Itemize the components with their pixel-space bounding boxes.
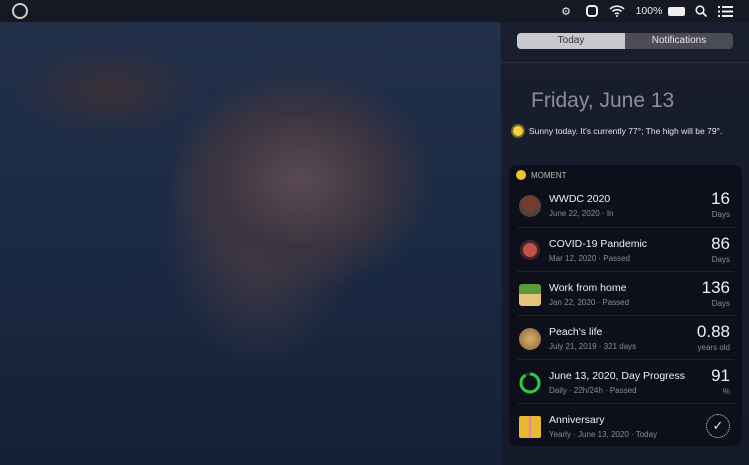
tab-notifications[interactable]: Notifications — [625, 33, 733, 49]
notification-center-panel: Today Notifications Friday, June 13 Sunn… — [500, 22, 749, 465]
list-item[interactable]: Work from home Jan 22, 2020 · Passed 136 Da… — [517, 271, 734, 315]
widget-header: MOMENT — [516, 170, 567, 180]
item-subtitle: Jan 22, 2020 · Passed — [549, 298, 630, 307]
item-subtitle: June 22, 2020 · In — [549, 209, 614, 218]
item-title: COVID-19 Pandemic — [549, 238, 648, 250]
date-heading: Friday, June 13 — [531, 89, 675, 112]
item-unit: Days — [711, 210, 730, 219]
item-subtitle: Daily · 22h/24h · Passed — [549, 386, 637, 395]
pet-photo-icon — [519, 328, 541, 350]
notes-icon[interactable] — [584, 3, 600, 19]
weather-summary: Sunny today. It's currently 77°; The hig… — [513, 126, 722, 136]
tab-today[interactable]: Today — [517, 33, 625, 49]
house-icon — [519, 284, 541, 306]
battery-icon[interactable] — [666, 3, 686, 19]
item-title: June 13, 2020, Day Progress — [549, 370, 685, 382]
item-unit: % — [722, 387, 730, 396]
item-unit: years old — [697, 343, 730, 352]
widget-title: MOMENT — [531, 170, 567, 180]
list-item[interactable]: June 13, 2020, Day Progress Daily · 22h/2… — [517, 359, 734, 403]
item-unit: Days — [711, 255, 730, 264]
item-value: 16 — [711, 189, 730, 208]
moment-widget: MOMENT WWDC 2020 June 22, 2020 · In 16 Days… — [509, 165, 742, 446]
progress-ring-icon — [519, 372, 541, 394]
search-icon[interactable] — [693, 3, 709, 19]
sun-icon — [513, 126, 523, 136]
notification-center-icon[interactable] — [716, 3, 734, 19]
list-item[interactable]: Anniversary Yearly · June 13, 2020 · Toda… — [517, 403, 734, 447]
item-title: Anniversary — [549, 414, 605, 426]
wifi-icon[interactable] — [608, 3, 626, 19]
wwdc-memoji-icon — [519, 195, 541, 217]
item-unit: Days — [711, 299, 730, 308]
checkmark-icon[interactable]: ✓ — [706, 414, 730, 438]
item-title: WWDC 2020 — [549, 193, 611, 205]
item-subtitle: July 21, 2019 · 321 days — [549, 342, 637, 351]
list-item[interactable]: WWDC 2020 June 22, 2020 · In 16 Days — [517, 183, 734, 227]
item-title: Peach's life — [549, 326, 603, 338]
item-value: 91 — [711, 366, 730, 385]
item-title: Work from home — [549, 282, 627, 294]
today-notifications-toggle: Today Notifications — [517, 33, 733, 49]
item-value: 136 — [701, 278, 730, 297]
item-value: 0.88 — [696, 322, 730, 341]
item-subtitle: Mar 12, 2020 · Passed — [549, 254, 630, 263]
couple-emoji-icon — [519, 416, 541, 438]
item-value: 86 — [711, 234, 730, 253]
battery-percent: 100% — [635, 5, 663, 17]
virus-icon — [523, 243, 537, 257]
divider — [501, 62, 749, 63]
menu-bar: ⚙ 100% — [0, 0, 749, 22]
list-item[interactable]: COVID-19 Pandemic Mar 12, 2020 · Passed 86… — [517, 227, 734, 271]
item-subtitle: Yearly · June 13, 2020 · Today — [549, 430, 658, 439]
weather-text: Sunny today. It's currently 77°; The hig… — [529, 126, 723, 136]
gear-icon[interactable]: ⚙ — [558, 3, 574, 19]
list-item[interactable]: Peach's life July 21, 2019 · 321 days 0.88… — [517, 315, 734, 359]
moment-app-icon — [516, 170, 526, 180]
app-logo-icon[interactable] — [12, 3, 28, 19]
